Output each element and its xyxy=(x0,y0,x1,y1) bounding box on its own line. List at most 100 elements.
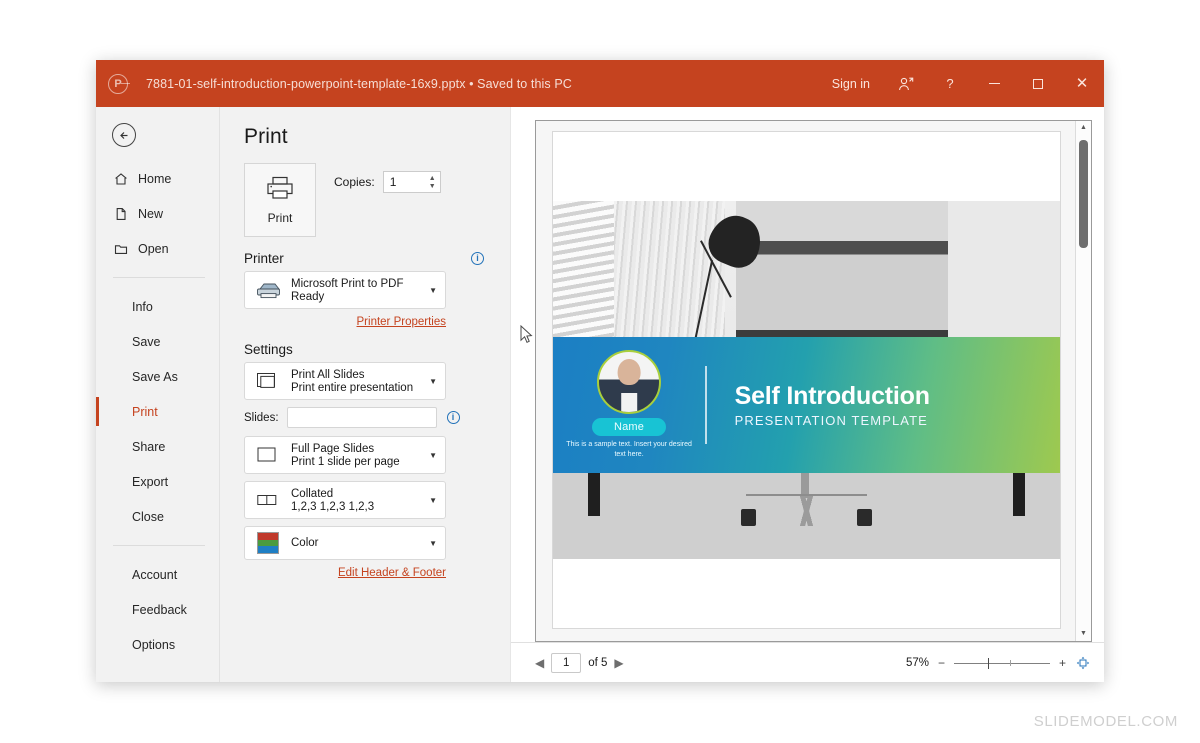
layout-text: Full Page Slides Print 1 slide per page xyxy=(291,443,418,468)
collated-icon xyxy=(254,487,282,513)
page-number-input[interactable]: 1 xyxy=(551,652,582,673)
minimize-button[interactable] xyxy=(972,60,1016,107)
sidebar-item-label: New xyxy=(138,206,164,221)
collation-sub: 1,2,3 1,2,3 1,2,3 xyxy=(291,500,375,513)
sidebar-item-label: Info xyxy=(132,299,153,314)
printer-status: Ready xyxy=(291,290,325,303)
printer-device-icon xyxy=(254,277,282,303)
print-button[interactable]: Print xyxy=(244,163,316,237)
sidebar-divider-top xyxy=(113,277,205,278)
zoom-slider-tick xyxy=(1009,659,1011,666)
home-icon xyxy=(113,171,128,186)
scroll-track[interactable] xyxy=(1076,132,1091,630)
print-range-main: Print All Slides xyxy=(291,368,365,381)
info-icon[interactable]: i xyxy=(446,411,460,424)
layout-main: Full Page Slides xyxy=(291,442,375,455)
print-preview-pane: Name This is a sample text. Insert your … xyxy=(510,107,1104,682)
printer-select-text: Microsoft Print to PDF Ready xyxy=(291,278,418,303)
name-badge: Name xyxy=(591,417,667,436)
sidebar-item-new[interactable]: New xyxy=(96,196,219,231)
sidebar-item-print[interactable]: Print xyxy=(96,394,219,429)
slide-preview[interactable]: Name This is a sample text. Insert your … xyxy=(552,131,1061,629)
stepper-up-icon[interactable]: ▲ xyxy=(429,175,436,182)
chevron-down-icon[interactable]: ▼ xyxy=(427,496,437,505)
help-button[interactable]: ? xyxy=(928,60,972,107)
photo-chair-wheel-right xyxy=(857,508,873,527)
close-button[interactable]: ✕ xyxy=(1060,60,1104,107)
printer-properties-link[interactable]: Printer Properties xyxy=(244,316,446,328)
title-bar-actions: Sign in ? ✕ xyxy=(818,60,1104,107)
slide-subtitle: PRESENTATION TEMPLATE xyxy=(734,412,928,428)
sidebar-item-label: Export xyxy=(132,474,169,489)
slide-title: Self Introduction xyxy=(734,381,930,410)
sidebar-item-feedback[interactable]: Feedback xyxy=(96,592,219,627)
collation-text: Collated 1,2,3 1,2,3 1,2,3 xyxy=(291,488,418,513)
sidebar-item-label: Print xyxy=(132,404,158,419)
zoom-controls: 57% − + xyxy=(906,655,1090,670)
sidebar-item-account[interactable]: Account xyxy=(96,557,219,592)
sidebar-item-open[interactable]: Open xyxy=(96,231,219,266)
sidebar-item-export[interactable]: Export xyxy=(96,464,219,499)
back-arrow-icon[interactable] xyxy=(112,123,136,147)
slide-scroll-region: Name This is a sample text. Insert your … xyxy=(536,121,1075,641)
maximize-button[interactable] xyxy=(1016,60,1060,107)
next-page-icon[interactable]: ▶ xyxy=(614,656,623,670)
sidebar-item-label: Save As xyxy=(132,369,178,384)
slides-label: Slides: xyxy=(244,411,279,424)
sidebar-item-label: Save xyxy=(132,334,161,349)
printer-section-header: Printer i xyxy=(244,251,484,266)
all-slides-icon xyxy=(254,368,282,394)
preview-bottom-bar: ◀ 1 of 5 ▶ 57% − + xyxy=(511,642,1104,682)
slides-input[interactable] xyxy=(286,407,437,428)
scroll-up-icon[interactable]: ▲ xyxy=(1080,124,1087,132)
zoom-percent-label: 57% xyxy=(905,656,929,669)
stepper-arrows[interactable]: ▲ ▼ xyxy=(429,173,436,191)
sidebar-item-label: Close xyxy=(132,509,164,524)
person-share-icon[interactable] xyxy=(884,60,928,107)
sidebar-item-options[interactable]: Options xyxy=(96,627,219,662)
sidebar-item-home[interactable]: Home xyxy=(96,161,219,196)
fit-to-window-icon[interactable] xyxy=(1075,655,1090,670)
full-page-icon xyxy=(254,442,282,468)
zoom-slider-handle[interactable] xyxy=(987,657,990,669)
chevron-down-icon[interactable]: ▼ xyxy=(427,286,437,295)
sign-in-button[interactable]: Sign in xyxy=(818,60,884,107)
slide-profile-block: Name This is a sample text. Insert your … xyxy=(553,349,705,460)
print-range-select[interactable]: Print All Slides Print entire presentati… xyxy=(244,362,446,400)
sidebar-item-label: Share xyxy=(132,439,166,454)
scroll-down-icon[interactable]: ▼ xyxy=(1080,630,1087,638)
sidebar-item-close[interactable]: Close xyxy=(96,499,219,534)
copies-label: Copies: xyxy=(334,175,375,189)
photo-chair-wheel-left xyxy=(740,508,756,527)
chevron-down-icon[interactable]: ▼ xyxy=(427,377,437,386)
edit-header-footer-link[interactable]: Edit Header & Footer xyxy=(244,567,446,579)
collation-select[interactable]: Collated 1,2,3 1,2,3 1,2,3 ▼ xyxy=(244,481,446,519)
page-icon xyxy=(113,206,128,221)
sidebar-item-share[interactable]: Share xyxy=(96,429,219,464)
photo-chair-base xyxy=(745,494,868,527)
info-icon[interactable]: i xyxy=(471,252,484,265)
document-title: 7881-01-self-introduction-powerpoint-tem… xyxy=(146,76,572,91)
chevron-down-icon[interactable]: ▼ xyxy=(427,451,437,460)
powerpoint-window: P 7881-01-self-introduction-powerpoint-t… xyxy=(96,60,1104,682)
previous-page-icon[interactable]: ◀ xyxy=(535,656,544,670)
scroll-thumb[interactable] xyxy=(1079,140,1088,248)
sidebar-item-save-as[interactable]: Save As xyxy=(96,359,219,394)
preview-vertical-scrollbar[interactable]: ▲ ▼ xyxy=(1075,121,1091,641)
zoom-in-button[interactable]: + xyxy=(1059,656,1066,670)
zoom-slider[interactable] xyxy=(953,657,1050,669)
zoom-out-button[interactable]: − xyxy=(938,656,945,670)
layout-select[interactable]: Full Page Slides Print 1 slide per page … xyxy=(244,436,446,474)
settings-section-header: Settings xyxy=(244,342,484,357)
page-navigation: ◀ 1 of 5 ▶ xyxy=(535,652,624,673)
copies-stepper[interactable]: 1 ▲ ▼ xyxy=(382,171,441,193)
sidebar-item-label: Account xyxy=(132,567,178,582)
chevron-down-icon[interactable]: ▼ xyxy=(427,539,437,548)
color-select[interactable]: Color ▼ xyxy=(244,526,446,560)
printer-select[interactable]: Microsoft Print to PDF Ready ▼ xyxy=(244,271,446,309)
sidebar-item-label: Home xyxy=(138,171,172,186)
stepper-down-icon[interactable]: ▼ xyxy=(429,183,436,190)
sidebar-item-info[interactable]: Info xyxy=(96,289,219,324)
sidebar-item-save[interactable]: Save xyxy=(96,324,219,359)
sidebar-item-label: Options xyxy=(132,637,176,652)
